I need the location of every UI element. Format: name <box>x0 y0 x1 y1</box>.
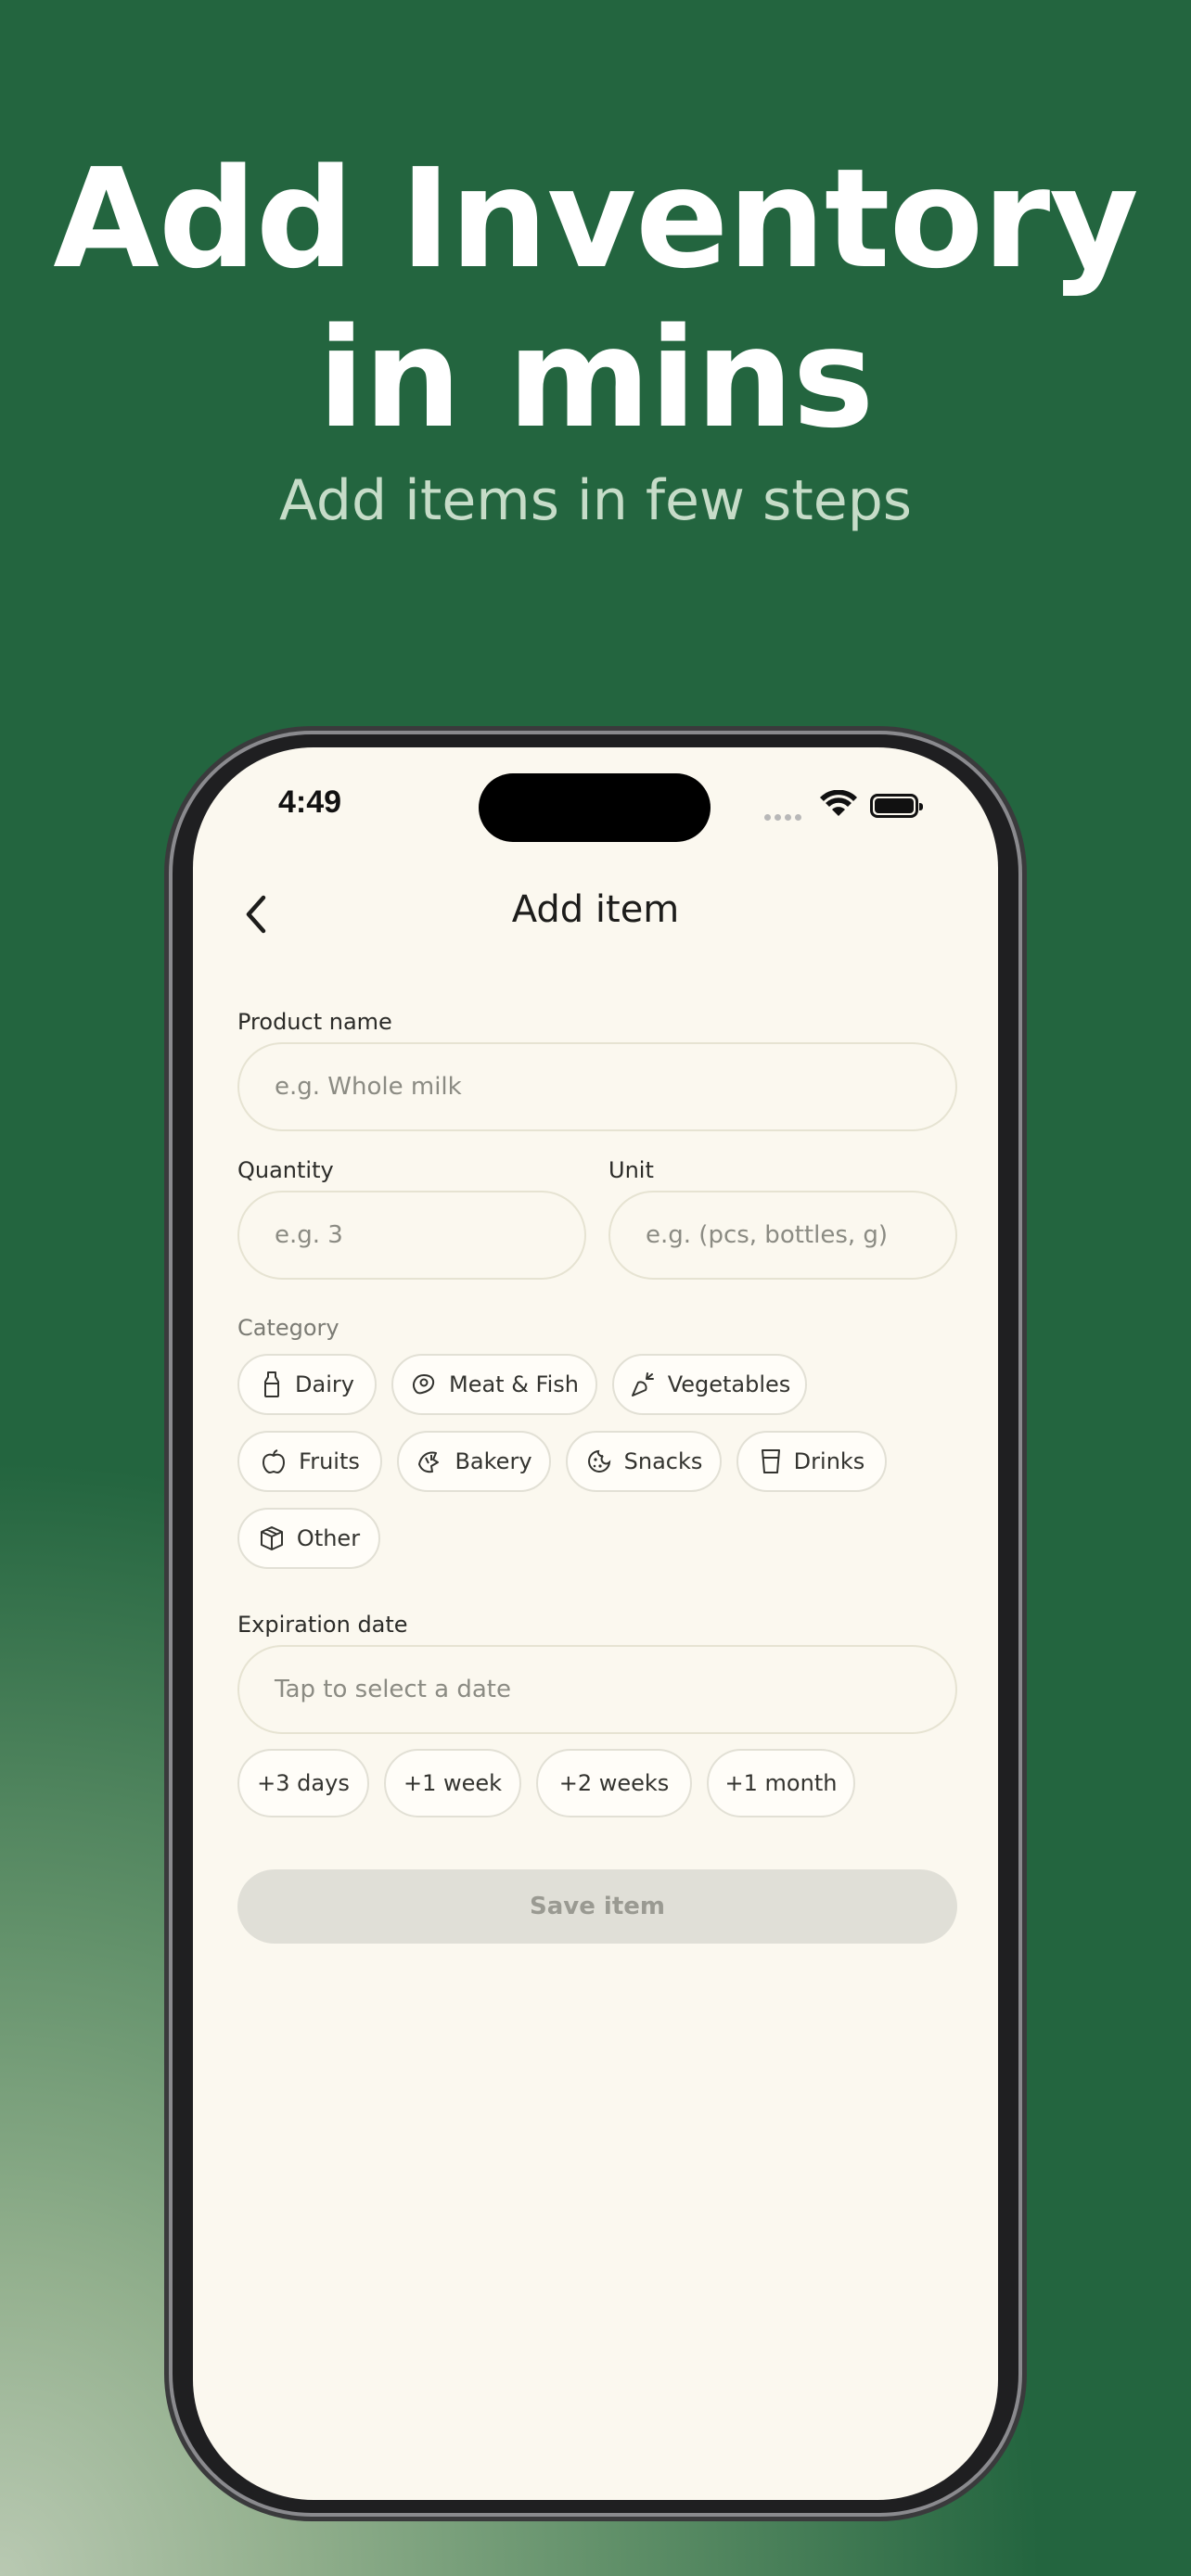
category-chip-label: Drinks <box>793 1448 865 1474</box>
page-title: Add item <box>511 888 680 931</box>
expiration-date-picker[interactable]: Tap to select a date <box>237 1645 957 1734</box>
product-name-label: Product name <box>237 1009 392 1035</box>
category-label: Category <box>237 1315 339 1341</box>
quick-date-1-week[interactable]: +1 week <box>384 1749 521 1817</box>
phone-frame: 4:49 Add item Product name Quantity Uni <box>173 734 1018 2513</box>
headline-line-1: Add Inventory <box>53 139 1138 299</box>
unit-input[interactable] <box>608 1191 957 1280</box>
category-chip-label: Bakery <box>455 1448 532 1474</box>
signal-dots-icon <box>764 807 805 824</box>
glass-icon <box>761 1449 780 1473</box>
marketing-headline: Add Inventory in mins <box>0 139 1191 458</box>
category-chip-label: Other <box>296 1525 361 1551</box>
dynamic-island <box>479 773 711 842</box>
nav-bar: Add item <box>193 877 998 951</box>
quick-date-2-weeks[interactable]: +2 weeks <box>536 1749 692 1817</box>
category-chip-fruits[interactable]: Fruits <box>237 1431 382 1492</box>
status-bar: 4:49 <box>193 747 998 842</box>
apple-icon <box>263 1449 286 1473</box>
category-chip-drinks[interactable]: Drinks <box>736 1431 887 1492</box>
expiration-date-placeholder: Tap to select a date <box>275 1676 511 1703</box>
status-time: 4:49 <box>278 784 342 820</box>
unit-label: Unit <box>608 1157 654 1183</box>
save-item-button[interactable]: Save item <box>237 1869 957 1944</box>
quantity-input[interactable] <box>237 1191 586 1280</box>
marketing-subtitle: Add items in few steps <box>278 468 913 533</box>
category-chip-snacks[interactable]: Snacks <box>566 1431 722 1492</box>
milk-bottle-icon <box>264 1371 280 1397</box>
category-chip-label: Fruits <box>299 1448 360 1474</box>
category-chip-label: Meat & Fish <box>448 1371 579 1397</box>
expiration-date-label: Expiration date <box>237 1612 408 1638</box>
category-chip-label: Dairy <box>295 1371 354 1397</box>
carrot-icon <box>631 1372 654 1396</box>
quick-date-3-days[interactable]: +3 days <box>237 1749 369 1817</box>
app-screen: 4:49 Add item Product name Quantity Uni <box>193 747 998 2500</box>
category-chip-dairy[interactable]: Dairy <box>237 1354 377 1415</box>
croissant-icon <box>418 1451 440 1473</box>
category-chip-label: Snacks <box>623 1448 703 1474</box>
category-chip-other[interactable]: Other <box>237 1508 380 1569</box>
category-chip-bakery[interactable]: Bakery <box>397 1431 551 1492</box>
box-icon <box>260 1526 283 1550</box>
quantity-label: Quantity <box>237 1157 334 1183</box>
category-chip-label: Vegetables <box>667 1371 791 1397</box>
steak-icon <box>413 1373 435 1395</box>
category-chip-meat-fish[interactable]: Meat & Fish <box>391 1354 597 1415</box>
battery-icon <box>870 794 923 818</box>
wifi-icon <box>820 790 857 816</box>
cookie-icon <box>587 1449 610 1473</box>
category-chip-vegetables[interactable]: Vegetables <box>612 1354 807 1415</box>
quick-date-1-month[interactable]: +1 month <box>707 1749 855 1817</box>
headline-line-2: in mins <box>317 299 874 458</box>
product-name-input[interactable] <box>237 1042 957 1131</box>
